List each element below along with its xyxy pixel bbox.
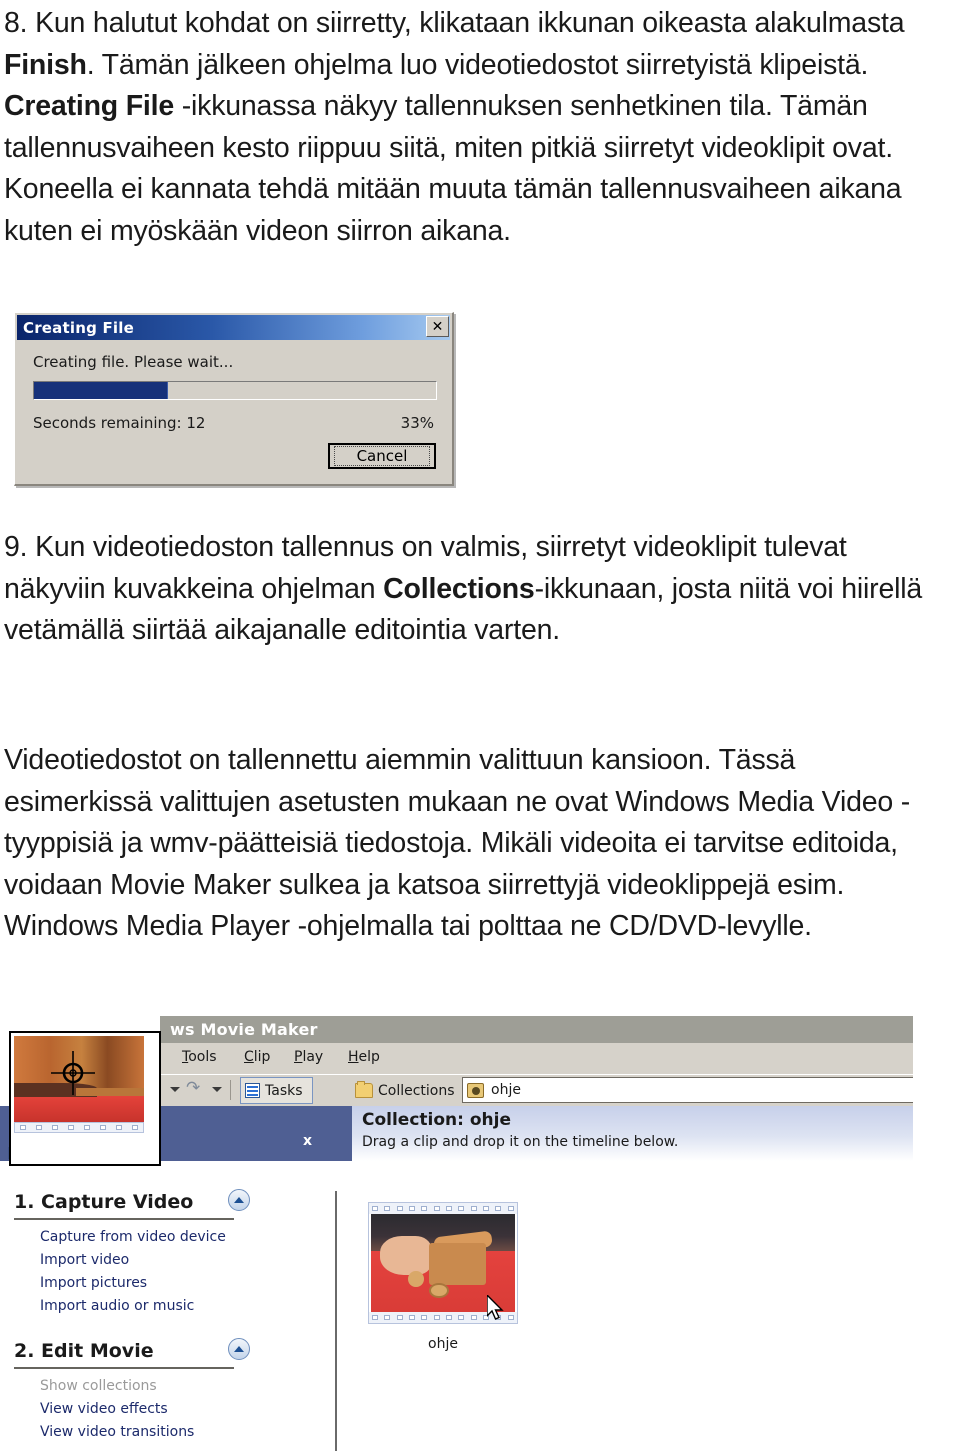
chevron-down-icon-2[interactable] [212, 1087, 222, 1092]
menu-tools-rest: ools [188, 1049, 217, 1065]
task-link-capture-from-video-device[interactable]: Capture from video device [40, 1229, 226, 1245]
dialog-titlebar: Creating File [17, 315, 450, 340]
paragraph-closing: Videotiedostot on tallennettu aiemmin va… [4, 744, 911, 943]
collections-button-label: Collections [378, 1082, 455, 1099]
tasks-button[interactable]: Tasks [240, 1077, 313, 1104]
menu-play-rest: lay [302, 1049, 324, 1065]
menu-item-tools[interactable]: Tools [182, 1049, 217, 1065]
collection-clip-thumbnail[interactable] [368, 1202, 518, 1324]
redo-icon[interactable]: ↷ [186, 1080, 200, 1097]
task-link-import-audio-or-music[interactable]: Import audio or music [40, 1298, 194, 1314]
clip-label: ohje [428, 1336, 458, 1352]
dialog-title: Creating File [23, 318, 134, 337]
movie-maker-menubar: Tools Clip Play Help [160, 1043, 913, 1074]
paragraph-step-8: 8. Kun halutut kohdat on siirretty, klik… [4, 3, 948, 253]
step8-text-a: 8. Kun halutut kohdat on siirretty, klik… [4, 7, 905, 39]
magnifier-inset [9, 1031, 161, 1166]
toolbar-separator [230, 1080, 231, 1100]
menu-item-help[interactable]: Help [348, 1049, 380, 1065]
film-sprockets-top [369, 1203, 517, 1214]
chevron-up-icon-edit[interactable] [228, 1338, 250, 1360]
collection-combobox[interactable]: ohje [462, 1077, 913, 1103]
seconds-remaining-label: Seconds remaining: 12 [33, 414, 206, 432]
creating-file-dialog: Creating File ✕ Creating file. Please wa… [14, 312, 454, 486]
collection-title: Collection: ohje [362, 1110, 512, 1130]
collection-subtitle: Drag a clip and drop it on the timeline … [362, 1134, 679, 1150]
menu-item-clip[interactable]: Clip [244, 1049, 270, 1065]
magnifier-film-sprockets [14, 1122, 144, 1133]
percent-label: 33% [400, 414, 434, 432]
task-link-view-video-transitions[interactable]: View video transitions [40, 1424, 194, 1440]
close-icon[interactable]: ✕ [426, 316, 449, 337]
progress-bar-fill [34, 382, 168, 399]
chevron-down-icon[interactable] [170, 1087, 180, 1092]
dialog-status-text: Creating file. Please wait... [33, 353, 234, 371]
collections-button[interactable]: Collections [348, 1077, 462, 1104]
paragraph-step-9: 9. Kun videotiedoston tallennus on valmi… [4, 527, 948, 652]
collection-combobox-value: ohje [491, 1082, 521, 1098]
step9-bold-collections: Collections [383, 572, 535, 605]
step8-text-b: . Tämän jälkeen ohjelma luo videotiedost… [86, 48, 869, 81]
collection-header: Collection: ohje Drag a clip and drop it… [352, 1106, 913, 1161]
tasks-icon [245, 1083, 260, 1098]
menu-item-play[interactable]: Play [294, 1049, 323, 1065]
task-pane: 1. Capture Video Capture from video devi… [0, 1161, 310, 1451]
movie-maker-screenshot: ws Movie Maker Tools Clip Play Help ↷ Ta… [0, 1016, 913, 1451]
task-link-import-pictures[interactable]: Import pictures [40, 1275, 147, 1291]
movie-maker-titlebar: ws Movie Maker [160, 1016, 913, 1043]
film-reel-icon [467, 1082, 484, 1098]
step8-bold-creating-file: Creating File [4, 90, 175, 123]
menu-clip-rest: lip [253, 1049, 271, 1065]
cancel-button[interactable]: Cancel [328, 443, 436, 469]
step8-bold-finish: Finish [4, 48, 87, 81]
task-link-show-collections: Show collections [40, 1378, 157, 1394]
folder-icon [355, 1081, 373, 1098]
task-section-edit-movie-title: 2. Edit Movie [14, 1340, 234, 1369]
menu-help-rest: elp [358, 1049, 380, 1065]
pane-divider [335, 1191, 337, 1451]
tasks-button-label: Tasks [265, 1082, 303, 1099]
progress-bar [33, 381, 437, 400]
left-pane-close-icon[interactable]: x [303, 1133, 312, 1149]
cancel-button-label: Cancel [334, 446, 430, 466]
chevron-up-icon-capture[interactable] [228, 1189, 250, 1211]
task-link-import-video[interactable]: Import video [40, 1252, 129, 1268]
task-link-view-video-effects[interactable]: View video effects [40, 1401, 168, 1417]
task-section-capture-video-title: 1. Capture Video [14, 1191, 234, 1220]
movie-maker-window-title: ws Movie Maker [170, 1020, 318, 1039]
movie-maker-toolbar: ↷ Tasks Collections ohje [160, 1074, 913, 1106]
